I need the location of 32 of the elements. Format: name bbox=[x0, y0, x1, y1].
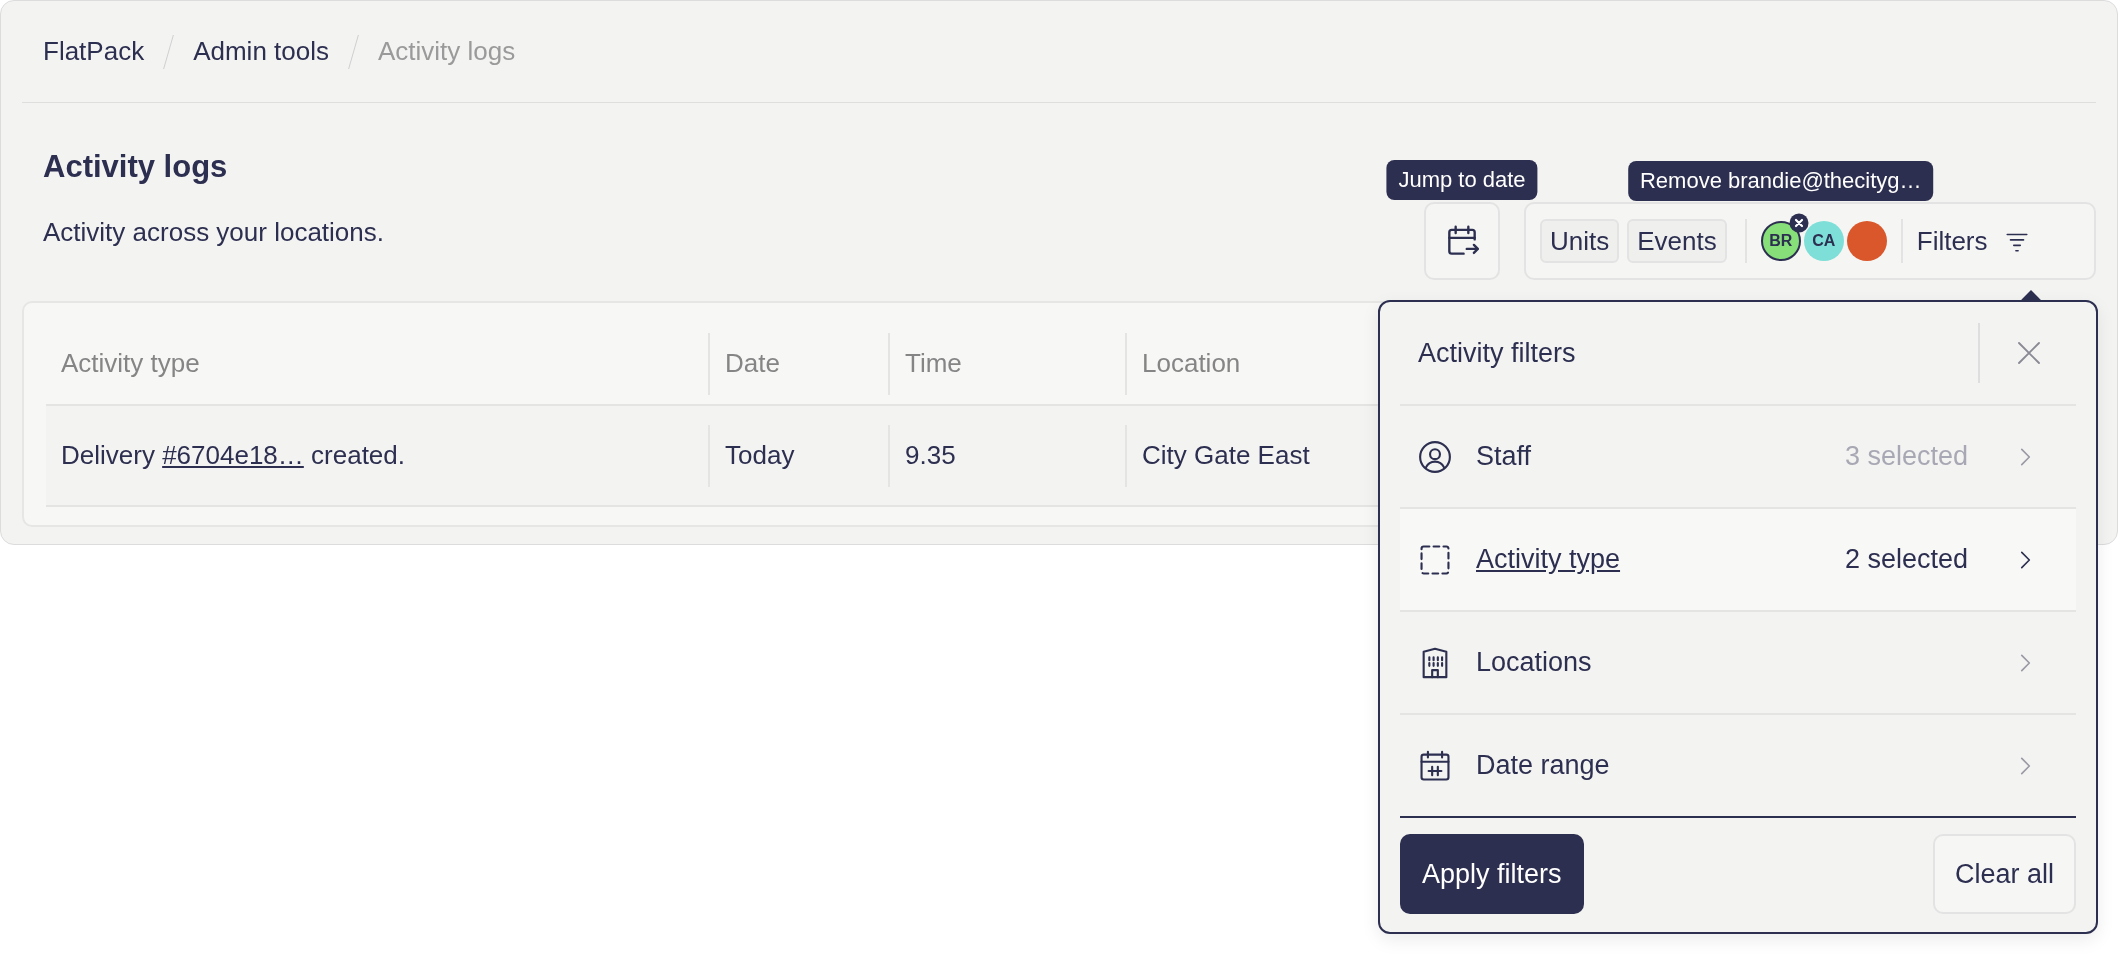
filter-row[interactable]: Locations bbox=[1400, 612, 2076, 715]
jump-to-date-button[interactable] bbox=[1424, 202, 1500, 280]
avatar[interactable]: BR bbox=[1760, 221, 1801, 261]
avatar-placeholder[interactable] bbox=[1846, 221, 1887, 261]
column-header: Date bbox=[708, 332, 888, 395]
table-cell: 9.35 bbox=[888, 424, 1125, 487]
page-title: Activity logs bbox=[43, 148, 229, 186]
remove-icon[interactable] bbox=[1788, 213, 1809, 233]
avatar[interactable]: CA bbox=[1803, 221, 1844, 261]
column-header: Activity type bbox=[60, 347, 201, 380]
tooltip: Remove brandie@thecityg… bbox=[1627, 161, 1934, 201]
filter-chip[interactable]: Events bbox=[1627, 219, 1727, 263]
panel-title: Activity filters bbox=[1418, 337, 1577, 369]
calendar-icon bbox=[1418, 748, 1452, 783]
breadcrumb-link[interactable]: FlatPack bbox=[43, 36, 145, 67]
apply-filters-button[interactable]: Apply filters bbox=[1400, 834, 1584, 914]
dashed-square-icon bbox=[1418, 542, 1452, 577]
breadcrumb-current: Activity logs bbox=[378, 36, 516, 67]
table-cell: Today bbox=[708, 424, 888, 487]
tooltip: Jump to date bbox=[1386, 160, 1538, 200]
clear-all-button[interactable]: Clear all bbox=[1932, 834, 2076, 914]
page-subtitle: Activity across your locations. bbox=[43, 216, 384, 249]
filter-row[interactable]: Date range bbox=[1400, 715, 2076, 818]
breadcrumb-link[interactable]: Admin tools bbox=[193, 36, 329, 67]
filter-chip[interactable]: Units bbox=[1540, 219, 1620, 263]
filter-row[interactable]: Activity type 2 selected bbox=[1400, 509, 2076, 612]
column-header: Time bbox=[888, 332, 1125, 395]
filters-button[interactable]: Filters bbox=[1916, 225, 2030, 257]
user-circle-icon bbox=[1418, 439, 1452, 474]
delivery-link[interactable]: #6704e18… bbox=[162, 440, 304, 470]
activity-text: Delivery #6704e18… created. bbox=[61, 440, 405, 471]
selection-count: 2 selected bbox=[1844, 544, 1968, 575]
